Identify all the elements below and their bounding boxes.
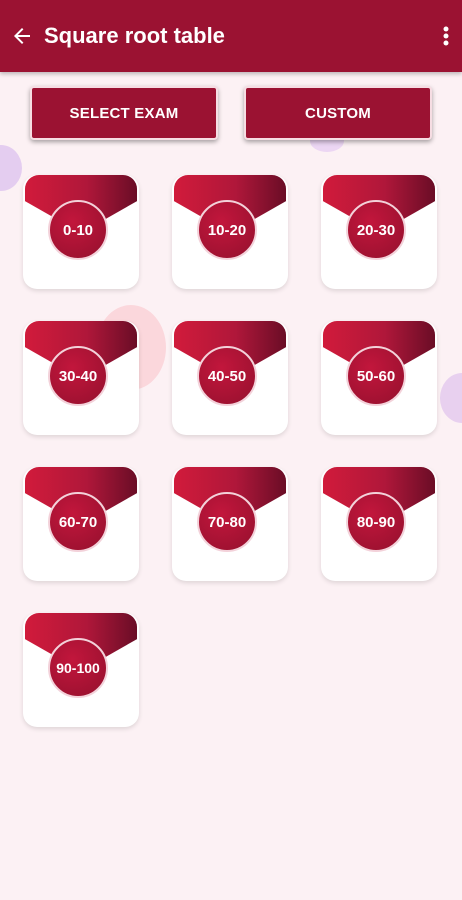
decorative-bubble <box>440 373 462 423</box>
range-card-50-60[interactable]: 50-60 <box>321 321 437 435</box>
range-label: 50-60 <box>346 346 406 406</box>
range-card-20-30[interactable]: 20-30 <box>321 175 437 289</box>
range-card-90-100[interactable]: 90-100 <box>23 613 139 727</box>
range-label: 40-50 <box>197 346 257 406</box>
range-card-30-40[interactable]: 30-40 <box>23 321 139 435</box>
page-title: Square root table <box>44 23 225 48</box>
range-label: 70-80 <box>197 492 257 552</box>
custom-button[interactable]: CUSTOM <box>244 86 432 140</box>
range-label: 90-100 <box>48 638 108 698</box>
select-exam-button[interactable]: SELECT EXAM <box>30 86 218 140</box>
range-label: 80-90 <box>346 492 406 552</box>
range-label: 10-20 <box>197 200 257 260</box>
range-card-80-90[interactable]: 80-90 <box>321 467 437 581</box>
range-card-70-80[interactable]: 70-80 <box>172 467 288 581</box>
range-card-60-70[interactable]: 60-70 <box>23 467 139 581</box>
app-bar: Square root table <box>0 0 462 72</box>
range-label: 30-40 <box>48 346 108 406</box>
range-label: 20-30 <box>346 200 406 260</box>
range-card-40-50[interactable]: 40-50 <box>172 321 288 435</box>
more-vert-icon[interactable] <box>442 24 450 48</box>
decorative-bubble <box>0 145 22 191</box>
arrow-left-icon[interactable] <box>10 24 34 48</box>
range-card-10-20[interactable]: 10-20 <box>172 175 288 289</box>
range-label: 60-70 <box>48 492 108 552</box>
range-label: 0-10 <box>48 200 108 260</box>
range-card-0-10[interactable]: 0-10 <box>23 175 139 289</box>
